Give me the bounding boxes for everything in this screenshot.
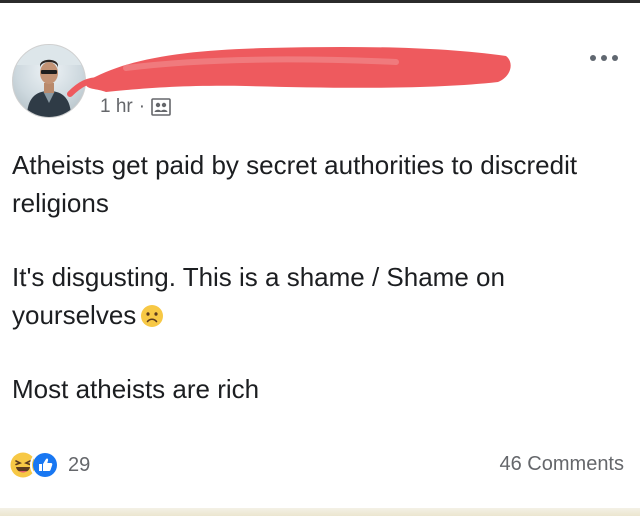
post-footer: 29 46 Comments bbox=[10, 446, 628, 482]
bottom-strip bbox=[0, 508, 640, 516]
meta-separator: · bbox=[138, 96, 146, 117]
reactions-summary[interactable]: 29 bbox=[10, 450, 90, 480]
more-dot bbox=[612, 55, 618, 61]
post-paragraph-with-emoji: It's disgusting. This is a shame / Shame… bbox=[12, 258, 612, 334]
like-reaction-icon bbox=[30, 450, 60, 480]
sad-face-emoji-icon bbox=[141, 305, 164, 327]
post-paragraph: Most atheists are rich bbox=[12, 374, 260, 404]
redaction-scribble bbox=[67, 46, 511, 97]
post-body: Atheists get paid by secret authorities … bbox=[12, 146, 612, 408]
more-options-icon[interactable] bbox=[584, 48, 624, 68]
post-paragraph-text: It's disgusting. This is a shame / Shame… bbox=[12, 262, 505, 330]
more-dot bbox=[590, 55, 596, 61]
post-meta: 1 hr · bbox=[100, 96, 171, 118]
more-dot bbox=[601, 55, 607, 61]
friends-icon[interactable] bbox=[151, 98, 171, 116]
post-paragraph: Atheists get paid by secret authorities … bbox=[12, 150, 578, 218]
post-header: 1 hr · bbox=[0, 0, 640, 130]
reaction-count[interactable]: 29 bbox=[68, 454, 90, 477]
post-timestamp[interactable]: 1 hr bbox=[100, 96, 133, 118]
comments-link[interactable]: 46 Comments bbox=[500, 453, 625, 476]
